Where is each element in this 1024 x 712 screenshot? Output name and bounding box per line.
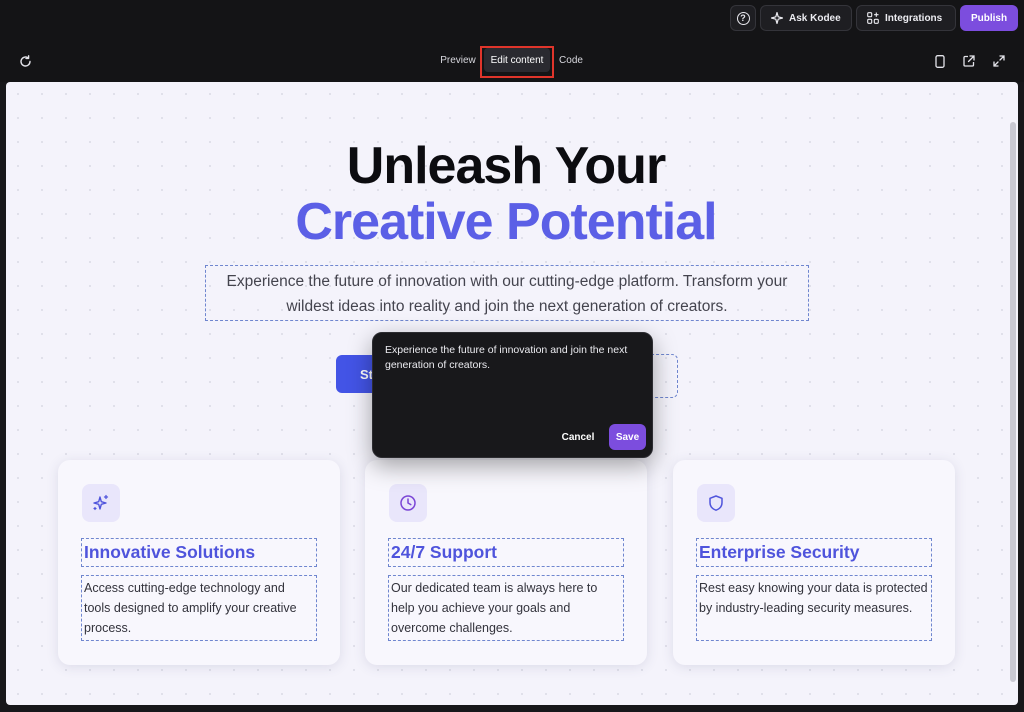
feature-description[interactable]: Rest easy knowing your data is protected… (696, 575, 932, 641)
open-external-icon (963, 55, 975, 67)
top-bar: ? Ask Kodee Integrations Publish (0, 0, 1024, 36)
feature-icon-box (389, 484, 427, 522)
feature-card: 24/7 Support Our dedicated team is alway… (365, 460, 647, 665)
feature-icon-box (82, 484, 120, 522)
cancel-button[interactable]: Cancel (559, 429, 597, 445)
tab-preview[interactable]: Preview (438, 48, 478, 72)
mobile-view-button[interactable] (933, 54, 947, 68)
save-button[interactable]: Save (609, 424, 646, 450)
publish-button[interactable]: Publish (960, 5, 1018, 31)
hero-subtitle[interactable]: Experience the future of innovation with… (205, 265, 809, 321)
tab-code[interactable]: Code (556, 48, 586, 72)
clock-icon (400, 495, 416, 511)
apps-plus-icon (867, 12, 879, 24)
sparkle-icon (771, 12, 783, 24)
feature-title[interactable]: 24/7 Support (388, 538, 624, 567)
help-button[interactable]: ? (730, 5, 756, 31)
expand-icon (993, 55, 1005, 67)
feature-description[interactable]: Our dedicated team is always here to hel… (388, 575, 624, 641)
edit-textarea[interactable]: Experience the future of innovation and … (385, 343, 641, 373)
feature-title[interactable]: Innovative Solutions (81, 538, 317, 567)
ask-kodee-button[interactable]: Ask Kodee (760, 5, 852, 31)
shield-icon (709, 495, 723, 511)
edit-text-popover: Experience the future of innovation and … (372, 332, 653, 458)
refresh-button[interactable] (18, 54, 32, 68)
feature-card: Enterprise Security Rest easy knowing yo… (673, 460, 955, 665)
scrollbar[interactable] (1010, 122, 1016, 698)
hero-title-line-2[interactable]: Creative Potential (6, 192, 1006, 252)
question-circle-icon: ? (736, 11, 750, 25)
feature-card: Innovative Solutions Access cutting-edge… (58, 460, 340, 665)
edit-content-highlight (480, 46, 554, 78)
refresh-icon (19, 54, 31, 67)
expand-button[interactable] (992, 54, 1006, 68)
hero-title-line-1[interactable]: Unleash Your (6, 136, 1006, 196)
sparkles-icon (93, 494, 109, 511)
integrations-label: Integrations (885, 12, 943, 24)
feature-description[interactable]: Access cutting-edge technology and tools… (81, 575, 317, 641)
feature-title[interactable]: Enterprise Security (696, 538, 932, 567)
scrollbar-thumb[interactable] (1010, 122, 1016, 682)
integrations-button[interactable]: Integrations (856, 5, 956, 31)
ask-kodee-label: Ask Kodee (789, 12, 841, 24)
feature-icon-box (697, 484, 735, 522)
mobile-device-icon (935, 54, 945, 68)
open-external-button[interactable] (962, 54, 976, 68)
